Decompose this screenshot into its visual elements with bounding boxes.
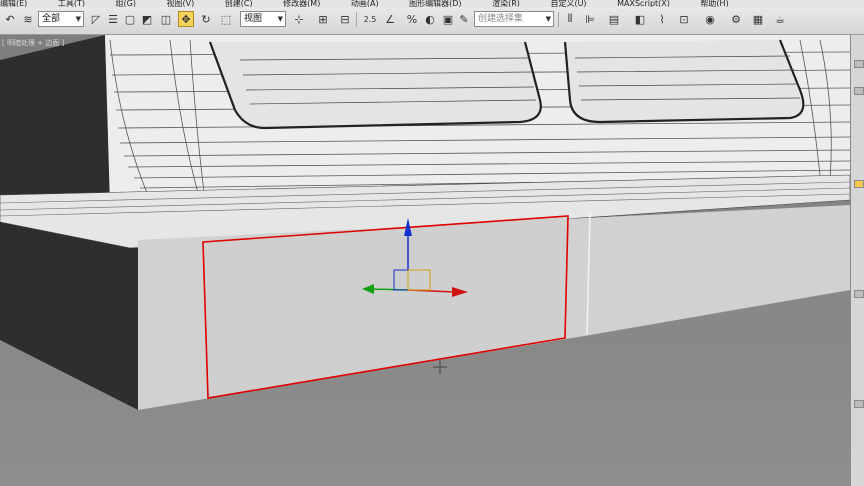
select-region-icon[interactable]: ▢ [122, 11, 138, 27]
menu-bar: 编辑(E) 工具(T) 组(G) 视图(V) 创建(C) 修改器(M) 动画(A… [0, 0, 864, 7]
select-by-name-icon[interactable]: ☰ [105, 11, 121, 27]
menu-item-graph-editors[interactable]: 图形编辑器(D) [409, 0, 461, 7]
select-object-icon[interactable]: ◸ [88, 11, 104, 27]
toolbar-separator [356, 12, 357, 27]
selection-filter-dropdown[interactable]: 全部 ▼ [38, 11, 84, 27]
keyboard-shortcut-icon[interactable]: ⊟ [337, 11, 353, 27]
undo-icon[interactable]: ↶ [2, 11, 18, 27]
reference-coordinate-dropdown[interactable]: 视图 ▼ [240, 11, 286, 27]
window-crossing-icon[interactable]: ◩ [139, 11, 155, 27]
menu-item-views[interactable]: 视图(V) [167, 0, 195, 7]
chevron-down-icon: ▼ [277, 15, 283, 23]
chevron-down-icon: ▼ [545, 15, 551, 23]
layer-manager-icon[interactable]: ▤ [606, 11, 622, 27]
named-selection-set-dropdown[interactable]: 创建选择集 ▼ [474, 11, 554, 27]
angle-snap-toggle-icon[interactable]: ∠ [382, 11, 398, 27]
toolbar-separator [558, 12, 559, 27]
pivot-center-icon[interactable]: ⊹ [291, 11, 307, 27]
layers-icon[interactable]: ≋ [20, 11, 36, 27]
top-recess-panel-left [208, 41, 542, 130]
percent-snap-icon[interactable]: % [404, 11, 420, 27]
align-icon[interactable]: ⊫ [582, 11, 598, 27]
rendered-frame-icon[interactable]: ▦ [750, 11, 766, 27]
menu-item-edit[interactable]: 编辑(E) [0, 0, 27, 7]
select-rotate-icon[interactable]: ↻ [198, 11, 214, 27]
named-selection-edit-icon[interactable]: ▣ [440, 11, 456, 27]
viewport-label[interactable]: [ 明暗处理 + 边面 ] [2, 38, 64, 48]
menu-item-help[interactable]: 帮助(H) [700, 0, 728, 7]
top-recess-panel-right [563, 39, 805, 124]
menu-item-rendering[interactable]: 渲染(R) [492, 0, 520, 7]
menu-item-maxscript[interactable]: MAXScript(X) [617, 0, 670, 7]
select-scale-icon[interactable]: ⬚ [218, 11, 234, 27]
select-move-icon[interactable]: ◫ [158, 11, 174, 27]
panel-control[interactable] [854, 400, 864, 408]
select-manipulate-icon[interactable]: ⊞ [315, 11, 331, 27]
material-editor-icon[interactable]: ◉ [702, 11, 718, 27]
menu-item-modifiers[interactable]: 修改器(M) [283, 0, 320, 7]
schematic-view-icon[interactable]: ⊡ [676, 11, 692, 27]
chevron-down-icon: ▼ [75, 15, 81, 23]
command-panel-edge [850, 35, 864, 486]
named-selection-placeholder: 创建选择集 [478, 14, 524, 24]
mirror-icon[interactable]: ⫴ [562, 11, 578, 27]
main-toolbar: ↶ ≋ 全部 ▼ ◸ ☰ ▢ ◩ ◫ ✥ ↻ ⬚ 视图 ▼ ⊹ ⊞ ⊟ 2.5 … [0, 7, 864, 35]
menu-item-customize[interactable]: 自定义(U) [550, 0, 586, 7]
menu-item-group[interactable]: 组(G) [116, 0, 136, 7]
edit-named-selection-icon[interactable]: ✎ [456, 11, 472, 27]
menu-item-create[interactable]: 创建(C) [225, 0, 253, 7]
spinner-snap-icon[interactable]: ◐ [422, 11, 438, 27]
select-and-move-icon[interactable]: ✥ [178, 11, 194, 27]
perspective-viewport[interactable]: [ 明暗处理 + 边面 ] [0, 35, 850, 486]
reference-coordinate-value: 视图 [244, 14, 263, 24]
panel-control[interactable] [854, 60, 864, 68]
selection-filter-value: 全部 [42, 14, 61, 24]
curve-editor-icon[interactable]: ⌇ [654, 11, 670, 27]
render-production-icon[interactable]: ☕ [772, 11, 788, 27]
menu-item-animation[interactable]: 动画(A) [351, 0, 379, 7]
angle-snap-icon[interactable]: 2.5 [362, 11, 378, 27]
render-setup-icon[interactable]: ⚙ [728, 11, 744, 27]
panel-control[interactable] [854, 87, 864, 95]
panel-control-active[interactable] [854, 180, 864, 188]
panel-control[interactable] [854, 290, 864, 298]
menu-item-tools[interactable]: 工具(T) [58, 0, 85, 7]
graphite-tools-icon[interactable]: ◧ [632, 11, 648, 27]
viewport-scene [0, 35, 850, 486]
